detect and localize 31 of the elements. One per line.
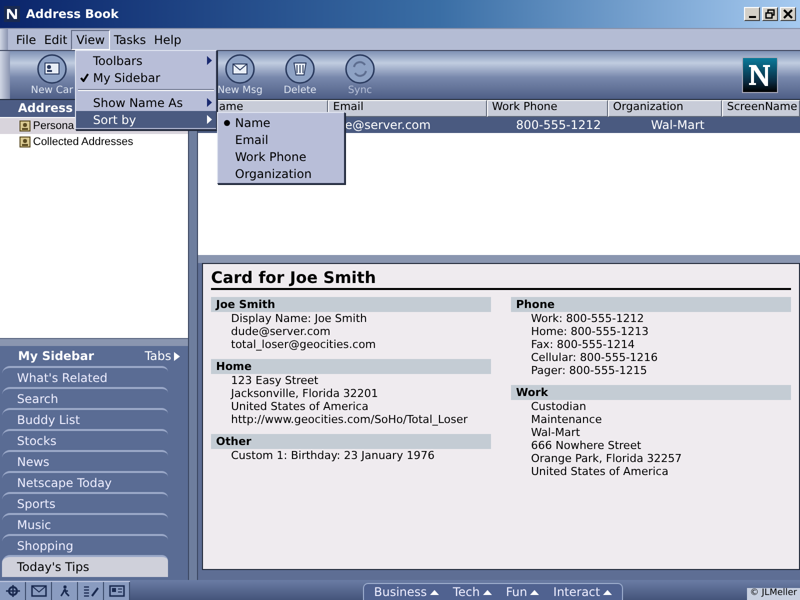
card-line: Pager: 800-555-1215 <box>530 364 648 377</box>
section-heading: Home <box>211 359 491 374</box>
card-line: total_loser@geocities.com <box>230 338 377 351</box>
card-line: Wal-Mart <box>530 426 582 439</box>
card-line: Fax: 800-555-1214 <box>530 338 636 351</box>
card-line: Maintenance <box>530 413 603 426</box>
table-cell: e@server.com <box>345 118 431 132</box>
card-line: Orange Park, Florida 32257 <box>530 452 683 465</box>
card-line: United States of America <box>530 465 670 478</box>
section-heading: Work <box>511 385 791 400</box>
section-heading: Joe Smith <box>211 297 491 312</box>
table-cell: Wal-Mart <box>651 118 704 132</box>
card-line: United States of America <box>230 400 370 413</box>
section-heading: Other <box>211 434 491 449</box>
card-line: Jacksonville, Florida 32201 <box>230 387 380 400</box>
table-cell: 800-555-1212 <box>516 118 602 132</box>
card-line: Work: 800-555-1212 <box>530 312 645 325</box>
card-line: Custodian <box>530 400 588 413</box>
card-line: 666 Nowhere Street <box>530 439 642 452</box>
card-line: 123 Easy Street <box>230 374 320 387</box>
window-title: Address Book <box>26 7 119 21</box>
card-title: Card for Joe Smith <box>211 268 791 290</box>
card-line: Cellular: 800-555-1216 <box>530 351 659 364</box>
card-line: dude@server.com <box>230 325 332 338</box>
card-line: Custom 1: Birthday: 23 January 1976 <box>230 449 436 462</box>
card-line: Home: 800-555-1213 <box>530 325 650 338</box>
card-line: Display Name: Joe Smith <box>230 312 368 325</box>
sidebar-title: My Sidebar <box>18 349 94 363</box>
section-heading: Phone <box>511 297 791 312</box>
card-line: http://www.geocities.com/SoHo/Total_Loser <box>230 413 469 426</box>
copyright-text: © JLMeller <box>746 588 800 600</box>
